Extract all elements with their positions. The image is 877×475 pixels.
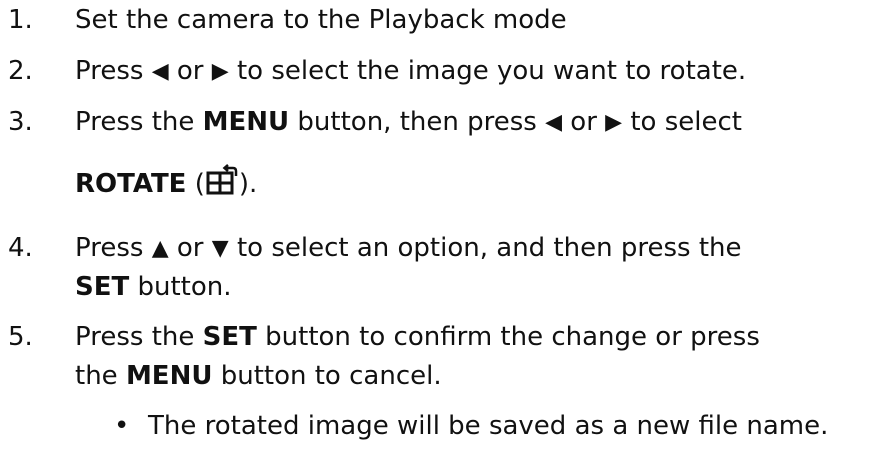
step-text: SET button. [75,272,232,302]
menu-button-label: MENU [125,361,213,391]
rotate-icon [205,164,239,204]
step-number: 2. [8,56,33,86]
step-number: 4. [8,233,33,263]
down-arrow-icon: ▼ [211,236,229,261]
step-text: ROTATE ( ). [75,164,257,204]
step-text: Press ▲ or ▼ to select an option, and th… [75,233,742,263]
right-arrow-icon: ▶ [211,59,229,84]
step-number: 5. [8,322,33,352]
step-number: 3. [8,107,33,137]
bullet-text: The rotated image will be saved as a new… [148,411,829,441]
set-button-label: SET [202,322,257,352]
step-text: the MENU button to cancel. [75,361,442,391]
right-arrow-icon: ▶ [605,110,623,135]
rotate-label: ROTATE [75,169,187,199]
set-button-label: SET [75,272,130,302]
up-arrow-icon: ▲ [151,236,169,261]
step-text: Press the SET button to confirm the chan… [75,322,760,352]
step-text: Press the MENU button, then press ◀ or ▶… [75,107,742,137]
step-number: 1. [8,5,33,35]
step-text: Press ◀ or ▶ to select the image you wan… [75,56,747,86]
step-text: Set the camera to the Playback mode [75,5,567,35]
bullet-marker: • [114,411,130,441]
left-arrow-icon: ◀ [151,59,169,84]
left-arrow-icon: ◀ [545,110,563,135]
menu-button-label: MENU [202,107,290,137]
